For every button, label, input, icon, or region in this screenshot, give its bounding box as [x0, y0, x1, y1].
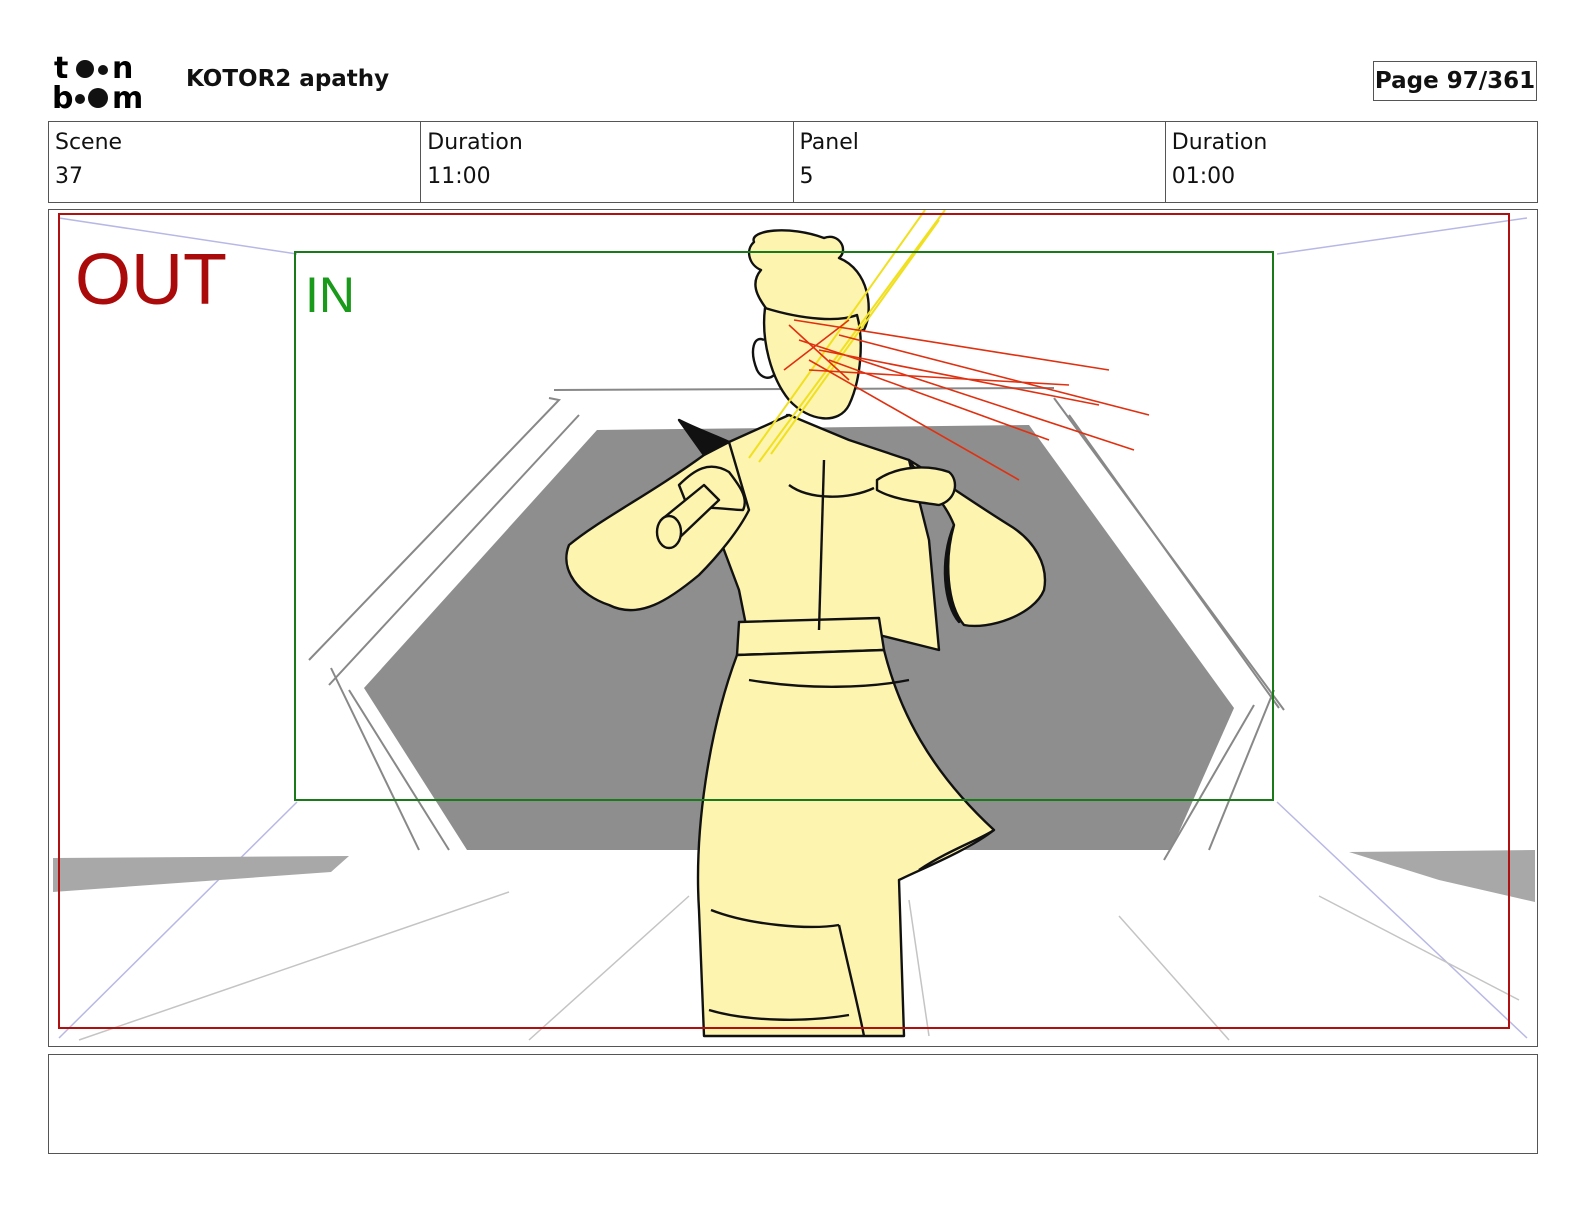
scene-label: Scene [55, 130, 123, 155]
scene-duration-value: 11:00 [427, 164, 491, 189]
panel-cell: Panel 5 [794, 122, 1166, 202]
storyboard-panel: IN OUT [48, 209, 1538, 1047]
svg-text:b: b [52, 81, 73, 112]
out-label: OUT [75, 240, 227, 320]
caption-box [48, 1054, 1538, 1154]
panel-duration-value: 01:00 [1171, 164, 1236, 189]
panel-duration-cell: Duration 01:00 [1166, 122, 1537, 202]
scene-value: 37 [55, 164, 83, 189]
panel-value: 5 [799, 164, 814, 189]
floor-band-right [1349, 850, 1535, 902]
scene-info-table: Scene 37 Duration 11:00 Panel 5 Duration… [48, 121, 1538, 203]
panel-sketch: IN OUT [53, 210, 1535, 1041]
scene-duration-cell: Duration 11:00 [421, 122, 794, 202]
page-indicator: Page 97/361 [1373, 61, 1537, 101]
svg-text:m: m [112, 81, 143, 112]
scene-duration-label: Duration [427, 130, 523, 155]
in-label: IN [305, 267, 355, 323]
panel-label: Panel [799, 130, 859, 155]
toon-boom-logo: t n b m [52, 52, 143, 112]
project-title: KOTOR2 apathy [186, 66, 390, 92]
scene-cell: Scene 37 [49, 122, 422, 202]
floor-band-left [53, 856, 349, 892]
panel-duration-label: Duration [1171, 130, 1268, 155]
